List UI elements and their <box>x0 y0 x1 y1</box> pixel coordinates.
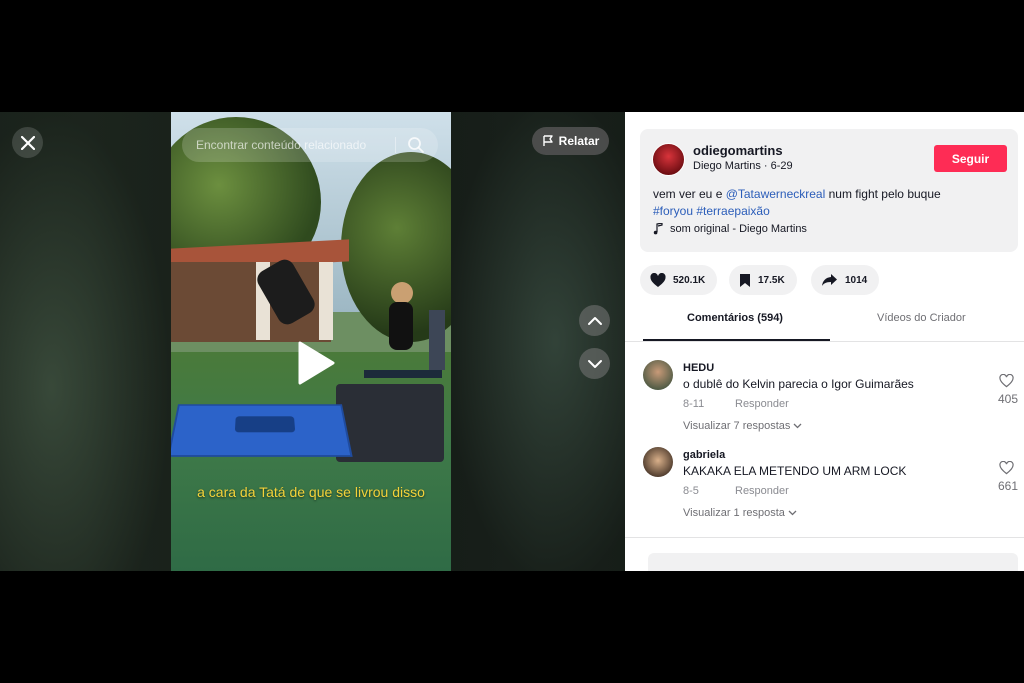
heart-icon <box>650 272 666 287</box>
chevron-up-icon <box>587 316 602 325</box>
reply-button[interactable]: Responder <box>735 398 789 410</box>
related-content-search[interactable]: Encontrar conteúdo relacionado <box>182 128 438 162</box>
music-note-icon <box>653 223 663 235</box>
search-icon[interactable] <box>407 136 425 159</box>
hashtag-link[interactable]: #terraepaixão <box>696 204 769 218</box>
avatar[interactable] <box>643 360 673 390</box>
tab-divider <box>625 341 1024 342</box>
video-trampoline <box>364 370 442 378</box>
like-count: 520.1K <box>673 274 706 286</box>
comment-author[interactable]: HEDU <box>683 362 714 374</box>
heart-outline-icon <box>999 373 1014 388</box>
sound-name: som original - Diego Martins <box>670 223 807 235</box>
comment-text: o dublê do Kelvin parecia o Igor Guimarã… <box>683 377 914 391</box>
author-display-name: Diego Martins <box>693 160 761 172</box>
share-arrow-icon <box>822 274 837 286</box>
view-replies-label: Visualizar 7 respostas <box>683 420 791 432</box>
play-icon[interactable] <box>296 340 336 391</box>
previous-video-button[interactable] <box>579 305 610 336</box>
comment-like-button[interactable] <box>999 460 1014 480</box>
tiktok-video-page: Encontrar conteúdo relacionado a cara da… <box>0 112 1024 571</box>
video-person-head <box>391 282 413 304</box>
comment-text: KAKAKA ELA METENDO UM ARM LOCK <box>683 464 907 478</box>
close-icon <box>20 135 35 150</box>
report-button[interactable]: Relatar <box>532 127 609 155</box>
post-date: 6-29 <box>770 160 793 172</box>
like-button[interactable]: 520.1K <box>640 265 718 295</box>
avatar[interactable] <box>643 447 673 477</box>
view-replies-button[interactable]: Visualizar 7 respostas <box>683 420 802 432</box>
video-caption: a cara da Tatá de que se livrou disso <box>197 484 425 500</box>
hashtag-link[interactable]: #foryou <box>653 204 693 218</box>
author-username[interactable]: odiegomartins <box>693 143 783 158</box>
search-divider <box>395 137 396 153</box>
reply-button[interactable]: Responder <box>735 485 789 497</box>
video-pillar <box>319 262 333 340</box>
tab-comments[interactable]: Comentários (594) <box>687 312 783 324</box>
comment-like-button[interactable] <box>999 373 1014 393</box>
blurred-background-left <box>0 112 171 571</box>
video-player-area: Encontrar conteúdo relacionado a cara da… <box>0 112 625 571</box>
comment-date: 8-11 <box>683 398 705 410</box>
share-count: 1014 <box>845 274 868 286</box>
post-description-card: odiegomartins Diego Martins · 6-29 Segui… <box>640 129 1018 252</box>
next-video-button[interactable] <box>579 348 610 379</box>
sound-link[interactable]: som original - Diego Martins <box>653 223 807 235</box>
share-button[interactable]: 1014 <box>811 265 880 295</box>
video-dark-mat <box>336 384 444 462</box>
blurred-background-right <box>451 112 625 571</box>
description-text-end: num fight pelo buque <box>825 187 941 201</box>
view-replies-button[interactable]: Visualizar 1 resposta <box>683 507 797 519</box>
close-button[interactable] <box>12 127 43 158</box>
video-blue-mat <box>171 404 353 457</box>
post-sidebar: odiegomartins Diego Martins · 6-29 Segui… <box>625 112 1024 571</box>
chevron-down-icon <box>788 510 797 516</box>
heart-outline-icon <box>999 460 1014 475</box>
avatar[interactable] <box>652 143 685 176</box>
save-button[interactable]: 17.5K <box>729 265 797 295</box>
comments-divider <box>625 537 1024 538</box>
post-description: vem ver eu e @Tatawerneckreal num fight … <box>653 186 1008 220</box>
flag-icon <box>542 135 553 146</box>
comment-like-count: 405 <box>997 392 1018 406</box>
report-label: Relatar <box>558 134 600 148</box>
tab-creator-videos[interactable]: Vídeos do Criador <box>877 312 966 324</box>
bookmark-icon <box>740 273 750 287</box>
comment-date: 8-5 <box>683 485 699 497</box>
mention-link[interactable]: @Tatawerneckreal <box>726 187 826 201</box>
view-replies-label: Visualizar 1 resposta <box>683 507 785 519</box>
comment-input-box[interactable] <box>648 553 1018 571</box>
comment-like-count: 661 <box>997 479 1018 493</box>
chevron-down-icon <box>587 359 602 368</box>
comment-author[interactable]: gabriela <box>683 449 725 461</box>
description-text: vem ver eu e <box>653 187 726 201</box>
search-placeholder[interactable]: Encontrar conteúdo relacionado <box>196 138 366 152</box>
mat-hole <box>234 416 296 433</box>
chevron-down-icon <box>794 423 802 429</box>
author-subline: Diego Martins · 6-29 <box>693 160 793 172</box>
video-person-standing <box>429 310 445 370</box>
video-person-jumping <box>389 302 413 350</box>
follow-button[interactable]: Seguir <box>934 145 1007 172</box>
save-count: 17.5K <box>758 274 785 286</box>
